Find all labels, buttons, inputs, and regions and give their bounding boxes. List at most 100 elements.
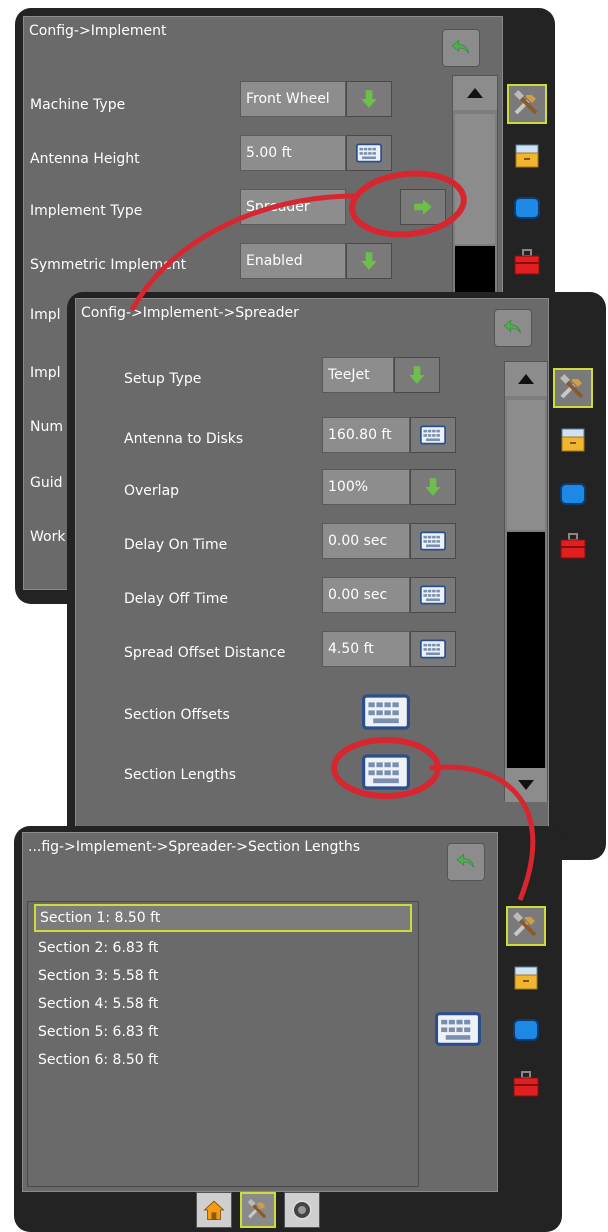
- drawer-icon: [558, 425, 588, 455]
- back-button[interactable]: [447, 843, 485, 881]
- tools-icon: [512, 89, 542, 119]
- list-item[interactable]: Section 4: 5.58 ft: [34, 990, 412, 1018]
- scroll-up-icon: [518, 374, 534, 384]
- implement-type-next[interactable]: [400, 189, 446, 225]
- tools-tab[interactable]: [553, 368, 593, 408]
- setup-button[interactable]: [240, 1192, 276, 1228]
- scroll-up-button[interactable]: [453, 76, 497, 110]
- data-tab[interactable]: [507, 136, 547, 176]
- display-tab[interactable]: [507, 188, 547, 228]
- list-item[interactable]: Section 6: 8.50 ft: [34, 1046, 412, 1074]
- back-arrow-icon: [455, 851, 477, 873]
- delay-off-time-value: 0.00 sec: [322, 577, 410, 613]
- tools-icon: [511, 911, 541, 941]
- back-button[interactable]: [494, 309, 532, 347]
- section-list: Section 1: 8.50 ft Section 2: 6.83 ft Se…: [27, 901, 419, 1187]
- list-item[interactable]: Section 5: 6.83 ft: [34, 1018, 412, 1046]
- scroll-up-icon: [467, 88, 483, 98]
- keyboard-icon: [420, 639, 446, 659]
- spreader-content: Config->Implement->Spreader Setup Type T…: [75, 298, 549, 830]
- overlap-value: 100%: [322, 469, 410, 505]
- display-tab[interactable]: [553, 474, 593, 514]
- overlap-dropdown[interactable]: [410, 469, 456, 505]
- data-tab[interactable]: [506, 958, 546, 998]
- delay-on-time-value: 0.00 sec: [322, 523, 410, 559]
- scroll-track: [507, 532, 545, 768]
- back-arrow-icon: [450, 37, 472, 59]
- antenna-height-keyboard[interactable]: [346, 135, 392, 171]
- scroll-down-icon: [518, 780, 534, 790]
- delay-on-time-keyboard[interactable]: [410, 523, 456, 559]
- keyboard-icon: [435, 1012, 481, 1046]
- row-label: Section Lengths: [124, 767, 237, 783]
- tools-box-tab[interactable]: [507, 242, 547, 282]
- screen-icon: [512, 193, 542, 223]
- setup-type-dropdown[interactable]: [394, 357, 440, 393]
- row-label: Machine Type: [30, 97, 126, 113]
- row-label: Guid: [30, 475, 63, 491]
- down-arrow-icon: [358, 250, 380, 272]
- page-title: ...fig->Implement->Spreader->Section Len…: [28, 839, 360, 855]
- tools-box-tab[interactable]: [553, 526, 593, 566]
- toolbox-icon: [511, 1069, 541, 1099]
- keyboard-icon: [420, 585, 446, 605]
- section-lengths-content: ...fig->Implement->Spreader->Section Len…: [22, 832, 498, 1192]
- scroll-thumb[interactable]: [455, 114, 495, 244]
- symmetric-implement-value: Enabled: [240, 243, 346, 279]
- scrollbar[interactable]: [452, 75, 498, 325]
- tools-tab[interactable]: [507, 84, 547, 124]
- display-tab[interactable]: [506, 1010, 546, 1050]
- row-label: Section Offsets: [124, 707, 230, 723]
- keyboard-icon: [356, 143, 382, 163]
- symmetric-implement-dropdown[interactable]: [346, 243, 392, 279]
- keyboard-icon: [420, 531, 446, 551]
- row-label: Overlap: [124, 483, 180, 499]
- scroll-down-button[interactable]: [505, 768, 547, 802]
- row-label: Implement Type: [30, 203, 143, 219]
- machine-type-dropdown[interactable]: [346, 81, 392, 117]
- list-item[interactable]: Section 3: 5.58 ft: [34, 962, 412, 990]
- section-lengths-keyboard[interactable]: [360, 751, 412, 793]
- edit-section-keyboard[interactable]: [433, 1009, 483, 1049]
- tools-box-tab[interactable]: [506, 1064, 546, 1104]
- row-label: Work: [30, 529, 66, 545]
- settings-dial-icon: [290, 1198, 314, 1222]
- antenna-height-value: 5.00 ft: [240, 135, 346, 171]
- scroll-up-button[interactable]: [505, 362, 547, 396]
- implement-type-value: Spreader: [240, 189, 346, 225]
- section-lengths-screen: ...fig->Implement->Spreader->Section Len…: [14, 826, 562, 1232]
- row-label: Impl: [30, 307, 61, 323]
- down-arrow-icon: [406, 364, 428, 386]
- list-item[interactable]: Section 2: 6.83 ft: [34, 934, 412, 962]
- delay-off-time-keyboard[interactable]: [410, 577, 456, 613]
- back-button[interactable]: [442, 29, 480, 67]
- antenna-to-disks-keyboard[interactable]: [410, 417, 456, 453]
- scrollbar[interactable]: [504, 361, 548, 802]
- down-arrow-icon: [358, 88, 380, 110]
- row-label: Setup Type: [124, 371, 202, 387]
- tools-icon: [246, 1198, 270, 1222]
- scroll-thumb[interactable]: [507, 400, 545, 530]
- tools-tab[interactable]: [506, 906, 546, 946]
- bottom-nav: [196, 1192, 320, 1228]
- tools-icon: [558, 373, 588, 403]
- screen-icon: [511, 1015, 541, 1045]
- down-arrow-icon: [422, 476, 444, 498]
- toolbox-icon: [558, 531, 588, 561]
- machine-type-value: Front Wheel: [240, 81, 346, 117]
- spread-offset-keyboard[interactable]: [410, 631, 456, 667]
- spreader-screen: Config->Implement->Spreader Setup Type T…: [67, 292, 606, 866]
- list-item[interactable]: Section 1: 8.50 ft: [34, 904, 412, 932]
- row-label: Num: [30, 419, 63, 435]
- screen-icon: [558, 479, 588, 509]
- row-label: Symmetric Implement: [30, 257, 187, 273]
- toolbox-icon: [512, 247, 542, 277]
- row-label: Spread Offset Distance: [124, 645, 286, 661]
- setup-type-value: TeeJet: [322, 357, 394, 393]
- row-label: Delay Off Time: [124, 591, 228, 607]
- operation-button[interactable]: [284, 1192, 320, 1228]
- section-offsets-keyboard[interactable]: [360, 691, 412, 733]
- data-tab[interactable]: [553, 420, 593, 460]
- home-button[interactable]: [196, 1192, 232, 1228]
- row-label: Impl: [30, 365, 61, 381]
